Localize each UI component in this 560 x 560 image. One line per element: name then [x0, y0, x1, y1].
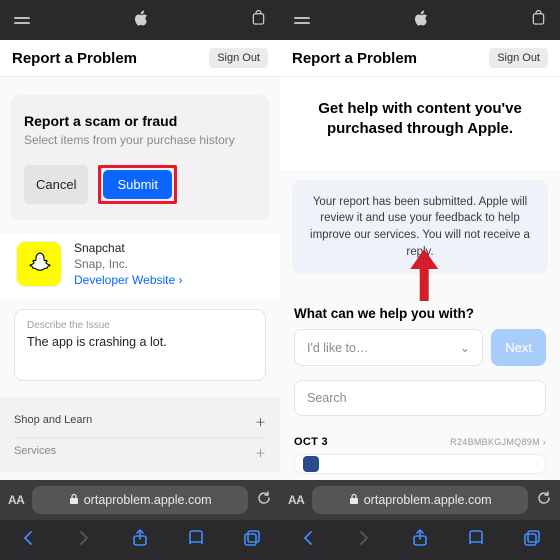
sign-out-button[interactable]: Sign Out [209, 48, 268, 68]
url-text: ortaproblem.apple.com [364, 493, 492, 507]
apple-logo-icon[interactable] [134, 10, 148, 31]
apple-logo-icon[interactable] [414, 10, 428, 31]
share-button[interactable] [410, 528, 430, 553]
sign-out-button[interactable]: Sign Out [489, 48, 548, 68]
issue-label: Describe the Issue [27, 320, 253, 331]
app-name: Snapchat [74, 240, 183, 256]
purchase-order[interactable]: R24BMBKGJMQ89M › [450, 437, 546, 447]
purchase-date-row: OCT 3 R24BMBKGJMQ89M › [280, 432, 560, 448]
annotation-highlight-box: Submit [98, 165, 176, 204]
headline: Get help with content you've purchased t… [280, 77, 560, 170]
purchase-date: OCT 3 [294, 436, 328, 448]
tabs-button[interactable] [242, 528, 262, 553]
page-title: Report a Problem [292, 50, 417, 67]
footer-row-services[interactable]: Services＋ [14, 438, 266, 468]
reason-select[interactable]: I'd like to… ⌄ [294, 329, 483, 366]
address-bar: AA ortaproblem.apple.com [280, 480, 560, 520]
text-size-button[interactable]: AA [288, 493, 304, 507]
menu-icon[interactable] [294, 17, 310, 24]
confirmation-message: Your report has been submitted. Apple wi… [292, 180, 548, 275]
developer-website-link[interactable]: Developer Website › [74, 272, 183, 288]
card-title: Report a scam or fraud [24, 113, 256, 129]
left-screenshot: Report a Problem Sign Out Report a scam … [0, 0, 280, 560]
bag-icon[interactable] [531, 9, 546, 31]
bookmarks-button[interactable] [186, 528, 206, 553]
tabs-button[interactable] [522, 528, 542, 553]
title-bar: Report a Problem Sign Out [0, 40, 280, 77]
purchase-app-icon [303, 456, 319, 472]
bookmarks-button[interactable] [466, 528, 486, 553]
safari-toolbar [280, 520, 560, 560]
title-bar: Report a Problem Sign Out [280, 40, 560, 77]
forward-button [74, 528, 94, 553]
submit-button[interactable]: Submit [103, 170, 171, 199]
safari-chrome: AA ortaproblem.apple.com [0, 480, 280, 560]
back-button[interactable] [298, 528, 318, 553]
address-bar: AA ortaproblem.apple.com [0, 480, 280, 520]
right-screenshot: Report a Problem Sign Out Get help with … [280, 0, 560, 560]
reload-icon[interactable] [536, 490, 552, 511]
forward-button [354, 528, 374, 553]
issue-value: The app is crashing a lot. [27, 335, 253, 349]
bag-icon[interactable] [251, 9, 266, 31]
footer-row-shop[interactable]: Shop and Learn＋ [14, 407, 266, 438]
card-subtitle: Select items from your purchase history [24, 133, 256, 147]
menu-icon[interactable] [14, 17, 30, 24]
back-button[interactable] [18, 528, 38, 553]
report-card: Report a scam or fraud Select items from… [10, 95, 270, 220]
app-vendor: Snap, Inc. [74, 256, 183, 272]
purchase-tile[interactable] [294, 454, 546, 474]
url-text: ortaproblem.apple.com [84, 493, 212, 507]
reload-icon[interactable] [256, 490, 272, 511]
share-button[interactable] [130, 528, 150, 553]
footer-links: Shop and Learn＋ Services＋ [0, 397, 280, 472]
search-input[interactable]: Search [294, 380, 546, 416]
app-row: Snapchat Snap, Inc. Developer Website › [0, 234, 280, 299]
page-title: Report a Problem [12, 50, 137, 67]
cancel-button[interactable]: Cancel [24, 165, 88, 204]
help-prompt: What can we help you with? [294, 306, 546, 321]
text-size-button[interactable]: AA [8, 493, 24, 507]
next-button[interactable]: Next [491, 329, 546, 366]
safari-toolbar [0, 520, 280, 560]
nav-bar [0, 0, 280, 40]
issue-textarea[interactable]: Describe the Issue The app is crashing a… [14, 309, 266, 381]
chevron-down-icon: ⌄ [460, 340, 470, 355]
url-pill[interactable]: ortaproblem.apple.com [312, 486, 528, 514]
url-pill[interactable]: ortaproblem.apple.com [32, 486, 248, 514]
safari-chrome: AA ortaproblem.apple.com [280, 480, 560, 560]
select-placeholder: I'd like to… [307, 341, 368, 355]
snapchat-icon [16, 241, 62, 287]
nav-bar [280, 0, 560, 40]
lock-icon [349, 493, 359, 508]
lock-icon [69, 493, 79, 508]
